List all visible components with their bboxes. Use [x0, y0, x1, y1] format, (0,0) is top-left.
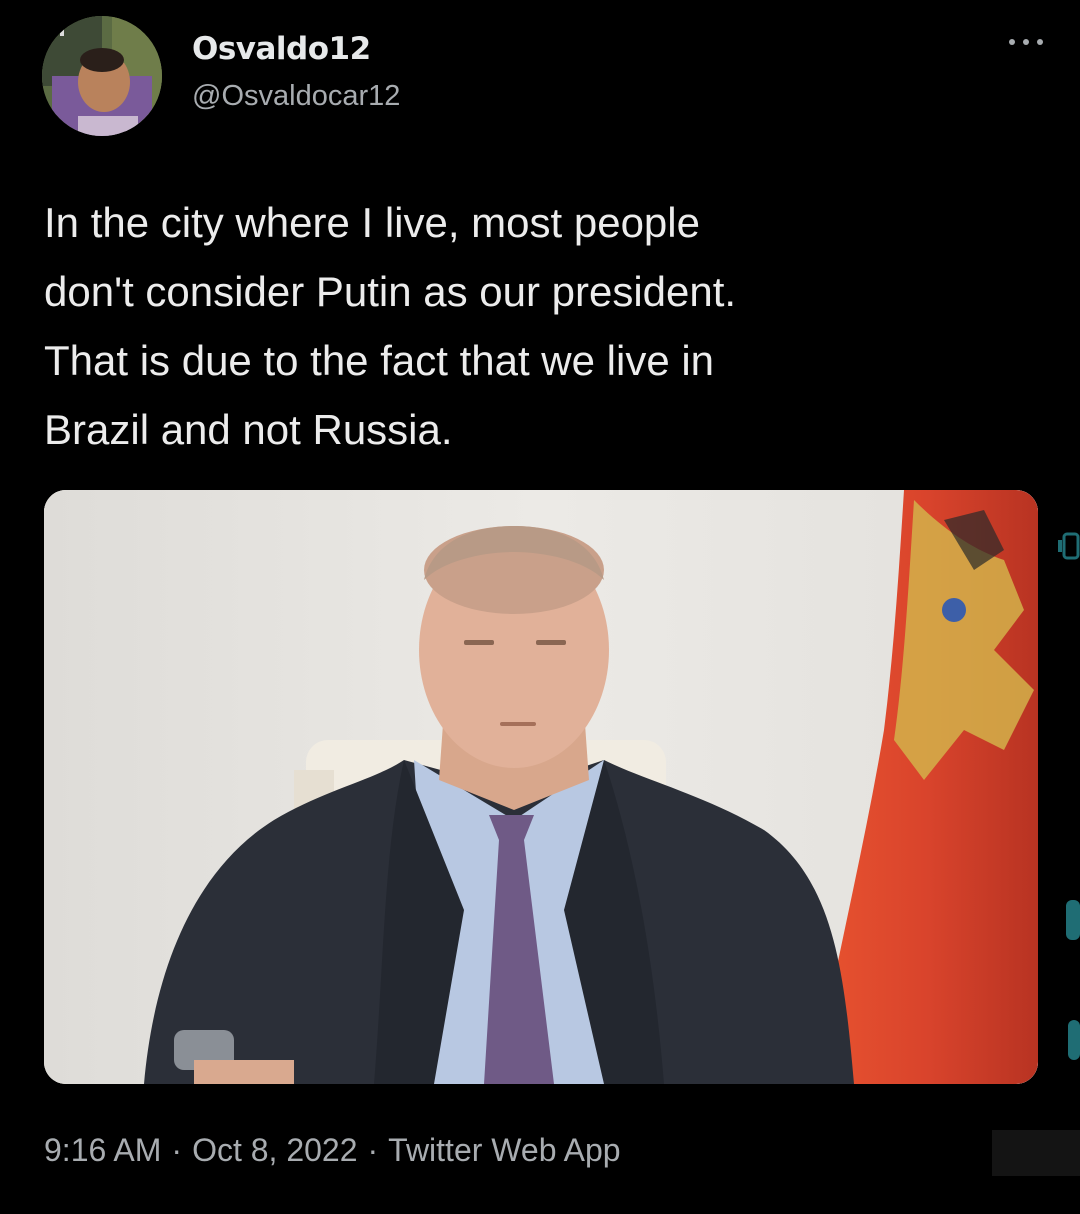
tweet-text: In the city where I live, most people do… [44, 199, 737, 453]
user-handle[interactable]: @Osvaldocar12 [192, 76, 400, 116]
tweet-card: Osvaldo12 @Osvaldocar12 In the city wher… [0, 0, 1080, 1214]
tweet-date[interactable]: Oct 8, 2022 [192, 1132, 357, 1168]
user-names: Osvaldo12 @Osvaldocar12 [192, 30, 400, 116]
display-name[interactable]: Osvaldo12 [192, 30, 400, 68]
separator-dot: · [367, 1132, 379, 1168]
separator-dot: · [171, 1132, 183, 1168]
edge-decoration [1050, 530, 1080, 1070]
corner-overlay [992, 1130, 1080, 1176]
tweet-time[interactable]: 9:16 AM [44, 1132, 161, 1168]
tweet-timestamp: 9:16 AM · Oct 8, 2022 · Twitter Web App [44, 1128, 621, 1172]
avatar[interactable] [42, 16, 162, 136]
tweet-photo[interactable] [44, 490, 1038, 1084]
tweet-header: Osvaldo12 @Osvaldocar12 [42, 16, 1043, 140]
more-horizontal-icon[interactable] [1002, 32, 1050, 52]
tweet-source[interactable]: Twitter Web App [388, 1132, 620, 1168]
